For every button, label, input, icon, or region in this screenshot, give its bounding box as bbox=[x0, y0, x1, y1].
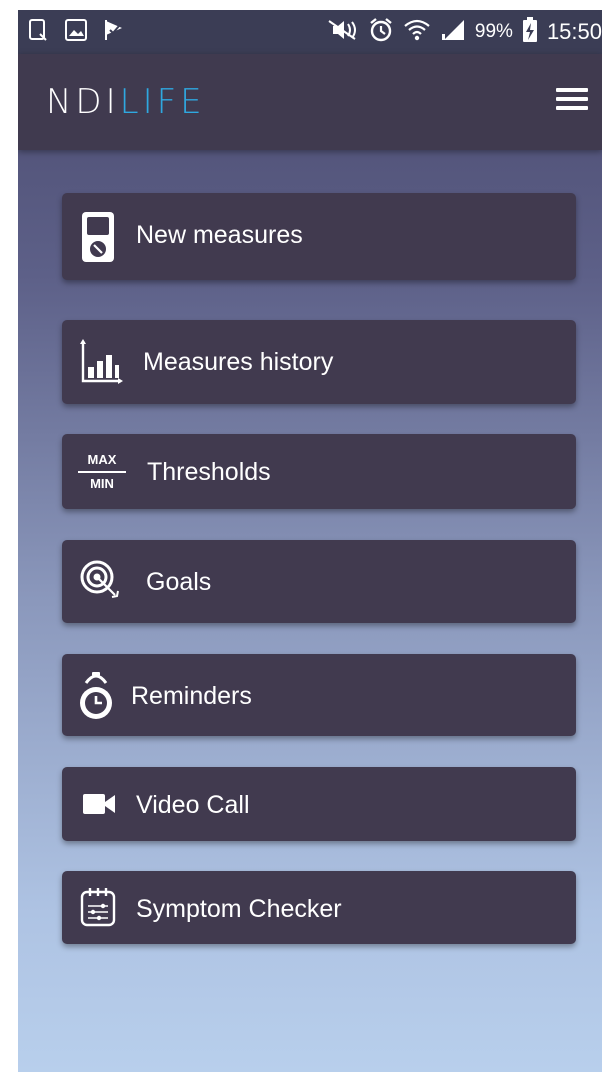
signal-icon bbox=[440, 18, 466, 47]
divider-line bbox=[78, 471, 126, 473]
menu-item-label: Reminders bbox=[131, 682, 252, 710]
min-text: MIN bbox=[90, 476, 114, 491]
wifi-icon bbox=[403, 17, 431, 48]
battery-charging-icon bbox=[522, 16, 538, 48]
image-icon bbox=[64, 18, 88, 47]
mute-icon bbox=[327, 18, 359, 47]
battery-percent: 99% bbox=[474, 21, 513, 42]
menu-item-reminders[interactable]: Reminders bbox=[62, 654, 576, 736]
notification-tablet-icon bbox=[28, 18, 50, 47]
logo-life: LIFE bbox=[119, 82, 206, 122]
status-bar: 99% 15:50 bbox=[18, 10, 602, 54]
menu-item-goals[interactable]: Goals bbox=[62, 540, 576, 623]
menu-item-label: Goals bbox=[146, 568, 212, 596]
alarm-icon bbox=[368, 17, 394, 48]
menu-item-label: Thresholds bbox=[147, 458, 271, 486]
menu-item-label: Measures history bbox=[143, 348, 334, 376]
menu-item-label: Symptom Checker bbox=[136, 895, 342, 923]
target-icon bbox=[78, 558, 124, 604]
menu-item-new-measures[interactable]: New measures bbox=[62, 193, 576, 280]
alarm-clock-icon bbox=[76, 668, 116, 724]
measuring-device-icon bbox=[78, 209, 118, 265]
menu-item-measures-history[interactable]: Measures history bbox=[62, 320, 576, 404]
menu-item-thresholds[interactable]: MAX MIN Thresholds bbox=[62, 434, 576, 509]
menu-item-label: New measures bbox=[136, 221, 303, 249]
max-min-icon: MAX MIN bbox=[76, 446, 128, 498]
bar-chart-icon bbox=[78, 336, 126, 388]
hamburger-menu-icon[interactable] bbox=[556, 88, 590, 118]
flag-check-icon bbox=[102, 18, 126, 47]
app-logo: NDI LIFE bbox=[46, 82, 206, 122]
video-camera-icon bbox=[80, 789, 118, 819]
menu-item-video-call[interactable]: Video Call bbox=[62, 767, 576, 841]
menu-item-symptom-checker[interactable]: Symptom Checker bbox=[62, 871, 576, 944]
calendar-checklist-icon bbox=[78, 885, 118, 929]
menu-item-label: Video Call bbox=[136, 791, 250, 819]
logo-nd: NDI bbox=[46, 82, 120, 122]
max-text: MAX bbox=[87, 452, 117, 467]
phone-screen: 99% 15:50 NDI LIFE New measures Measures… bbox=[18, 10, 602, 1072]
app-header: NDI LIFE bbox=[18, 54, 602, 150]
clock-time: 15:50 bbox=[546, 19, 602, 44]
